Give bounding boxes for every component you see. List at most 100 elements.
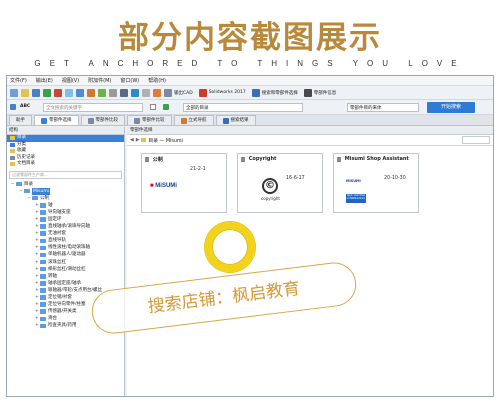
tree-item[interactable]: + 轴 [7,202,124,209]
manufacturer-filter-input[interactable]: 过滤零部件生产商... [9,170,122,179]
green-tool-icon[interactable] [43,88,51,97]
catalog-card-copyright[interactable]: Copyright 16-6-17 © copyright [237,153,323,213]
forward-arrow-icon[interactable]: ▶ [136,138,140,143]
tree-item[interactable]: + 轴承固定座/轴承 [7,280,124,287]
menu-export[interactable]: 输出(E) [36,77,53,84]
tree-item[interactable]: + 直线轴承/滚珠导向轴 [7,223,124,230]
search-checkbox[interactable] [150,104,156,110]
catalog-filter-select[interactable]: 全部的目录 [183,103,303,112]
expand-icon[interactable]: + [35,223,39,230]
start-search-button[interactable]: 开始搜索 [427,102,475,113]
expand-icon[interactable]: + [35,315,39,322]
folder-icon [40,224,46,229]
tree-item[interactable]: + 直线导轨 [7,237,124,244]
refresh-icon[interactable] [98,88,106,97]
tree-item[interactable]: + 转轴 [7,273,124,280]
expand-icon[interactable]: + [35,216,39,223]
save-icon[interactable] [32,88,40,97]
tree-item[interactable]: + 线性滚柱/电动滚珠轴 [7,244,124,251]
folder-icon [40,210,46,215]
tree-item-label: 传感器/开关类 [48,309,77,315]
copy-icon[interactable] [76,88,84,97]
tree-item[interactable]: − Misumi [7,187,124,195]
expand-icon[interactable]: + [35,259,39,266]
tab-parts-selection[interactable]: 零部件选择 [34,115,79,125]
back-arrow-icon[interactable]: ◀ [130,138,134,143]
promo-banner: 部分内容截图展示 GET ANCHORED TO THINGS YOU LOVE [0,0,500,72]
search-parts-icon [251,88,260,97]
grid-icon[interactable] [142,88,150,97]
tab-assistant[interactable]: 助手 [9,115,32,125]
collapse-icon[interactable]: − [19,188,23,195]
tree-item-label: 固定环 [48,216,62,222]
solidworks-label: Solidworks 2017 [208,90,246,95]
search-parts-button[interactable]: 搜索和零部件选择 [251,88,298,97]
tree-item[interactable]: + 梯形丝杠/滑动丝杠 [7,266,124,273]
new-icon[interactable] [10,88,18,97]
menu-addons[interactable]: 附加件(M) [88,77,111,84]
folder-icon [40,316,46,322]
expand-icon[interactable]: + [35,230,39,237]
panel-search-input[interactable] [462,136,490,144]
tree-item-label: 轴承固定座/轴承 [48,280,82,286]
tab-search-results[interactable]: 搜索结果 [215,115,256,125]
menu-help[interactable]: 帮助(H) [148,77,166,84]
expand-icon[interactable]: + [35,244,39,251]
menu-file[interactable]: 文件(F) [10,77,27,84]
expand-icon[interactable]: + [35,251,39,258]
parts-compare-2-icon [134,117,140,124]
panel-header: 零部件选择 [127,127,493,135]
expand-icon[interactable]: + [35,202,39,209]
catalog-card-metric[interactable]: 公制 21-2-1 ■ MiSUMi [141,153,227,213]
sidebar-item-documents[interactable]: 文档目录 [7,161,124,168]
tree-item[interactable]: + 单轴机器人/驱动器 [7,251,124,258]
collapse-icon[interactable]: − [11,181,15,188]
lock-icon[interactable] [120,88,128,97]
tree-item[interactable]: − 公制 [7,195,124,202]
catalog-card-shop-assistant[interactable]: Misumi Shop Assistant 20-10-30 MiSUMi Op… [333,153,419,213]
settings-icon[interactable] [109,88,117,97]
open-folder-icon[interactable] [21,88,29,97]
view-icon[interactable] [65,88,73,97]
export-icon[interactable] [153,88,161,97]
vertical-nav-icon [180,117,187,124]
collapse-icon[interactable]: − [27,195,31,202]
expand-icon[interactable]: + [35,287,39,294]
category-select[interactable]: 零部件目的来体 [347,103,419,112]
expand-icon[interactable]: + [35,273,39,280]
abc-icon[interactable]: ABC [20,104,30,109]
tree-item[interactable]: − 目录 [7,181,124,188]
solidworks-button[interactable]: Solidworks 2017 [198,88,246,97]
export-cad-button[interactable]: 输出CAD [164,88,193,97]
expand-icon[interactable]: + [35,322,39,329]
tree-item[interactable]: + 固定环 [7,216,124,223]
tab-parts-compare[interactable]: 零部件比较 [80,115,125,125]
expand-icon[interactable]: + [35,308,39,315]
breadcrumb-path: 目录 — Misumi [148,138,183,144]
tab-parts-compare-2[interactable]: 零部件比较 [127,115,172,125]
green-circle-icon[interactable] [163,104,169,110]
menu-window[interactable]: 窗口(W) [120,77,139,84]
tree-item[interactable]: + 导向轴支座 [7,209,124,216]
tab-vertical-nav[interactable]: 立式导航 [173,115,214,125]
expand-icon[interactable]: + [35,209,39,216]
tab-parts-compare-label: 零部件比较 [95,117,119,123]
search-input[interactable]: 全文搜索的关键字 [43,103,143,112]
expand-icon[interactable]: + [35,280,39,287]
parts-info-button[interactable]: 零部件信息 [303,88,336,97]
misumi-small-logo: MiSUMi [346,179,364,191]
globe-icon[interactable] [131,88,139,97]
tree-item[interactable]: + 滚珠丝杠 [7,259,124,266]
breadcrumb: ◀ ▶ 目录 — Misumi [127,135,493,146]
folder-icon [40,281,46,286]
expand-icon[interactable]: + [35,301,39,308]
expand-icon[interactable]: + [35,266,39,273]
expand-icon[interactable]: + [35,237,39,244]
red-tool-icon[interactable] [54,88,62,97]
expand-icon[interactable]: + [35,294,39,301]
filter-icon[interactable] [10,104,16,110]
structure-sidebar: 结构 目录 分类 收藏 历史记录 文档目录 过滤零部件生产商... − 目录 − Mi… [7,127,125,396]
tree-item[interactable]: + 无油衬套 [7,230,124,237]
menu-view[interactable]: 视图(V) [62,77,79,84]
chart-icon[interactable] [87,88,95,97]
